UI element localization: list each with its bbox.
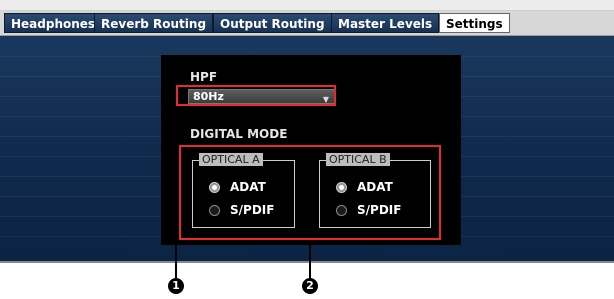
optical-a-adat-radio[interactable] bbox=[209, 182, 220, 193]
callout-1-line bbox=[175, 106, 177, 278]
window-top-strip bbox=[0, 0, 614, 11]
optical-a-spdif-label: S/PDIF bbox=[230, 203, 275, 217]
optical-a-adat-label: ADAT bbox=[230, 180, 266, 194]
optical-a-title: OPTICAL A bbox=[199, 153, 263, 166]
optical-a-spdif-radio[interactable] bbox=[209, 205, 220, 216]
panel-bottom-rule bbox=[0, 261, 614, 263]
hpf-highlight-box bbox=[176, 85, 336, 106]
optical-a-group: OPTICAL A bbox=[192, 153, 295, 228]
callout-2-line bbox=[309, 240, 311, 278]
tab-master-levels[interactable]: Master Levels bbox=[331, 13, 440, 33]
optical-b-title: OPTICAL B bbox=[326, 153, 390, 166]
optical-b-spdif-label: S/PDIF bbox=[357, 203, 402, 217]
callout-1-marker: 1 bbox=[168, 278, 184, 294]
tab-output-routing[interactable]: Output Routing bbox=[213, 13, 332, 33]
optical-b-adat-label: ADAT bbox=[357, 180, 393, 194]
optical-b-spdif-radio[interactable] bbox=[336, 205, 347, 216]
tab-reverb-routing[interactable]: Reverb Routing bbox=[94, 13, 214, 33]
hpf-label: HPF bbox=[190, 70, 218, 84]
tab-settings[interactable]: Settings bbox=[439, 13, 510, 33]
optical-b-group: OPTICAL B bbox=[319, 153, 431, 228]
tab-headphones[interactable]: Headphones bbox=[4, 13, 103, 33]
tab-bar: Headphones Reverb Routing Output Routing… bbox=[0, 11, 614, 36]
callout-2-marker: 2 bbox=[302, 278, 318, 294]
optical-b-adat-radio[interactable] bbox=[336, 182, 347, 193]
digital-mode-label: DIGITAL MODE bbox=[190, 127, 288, 141]
